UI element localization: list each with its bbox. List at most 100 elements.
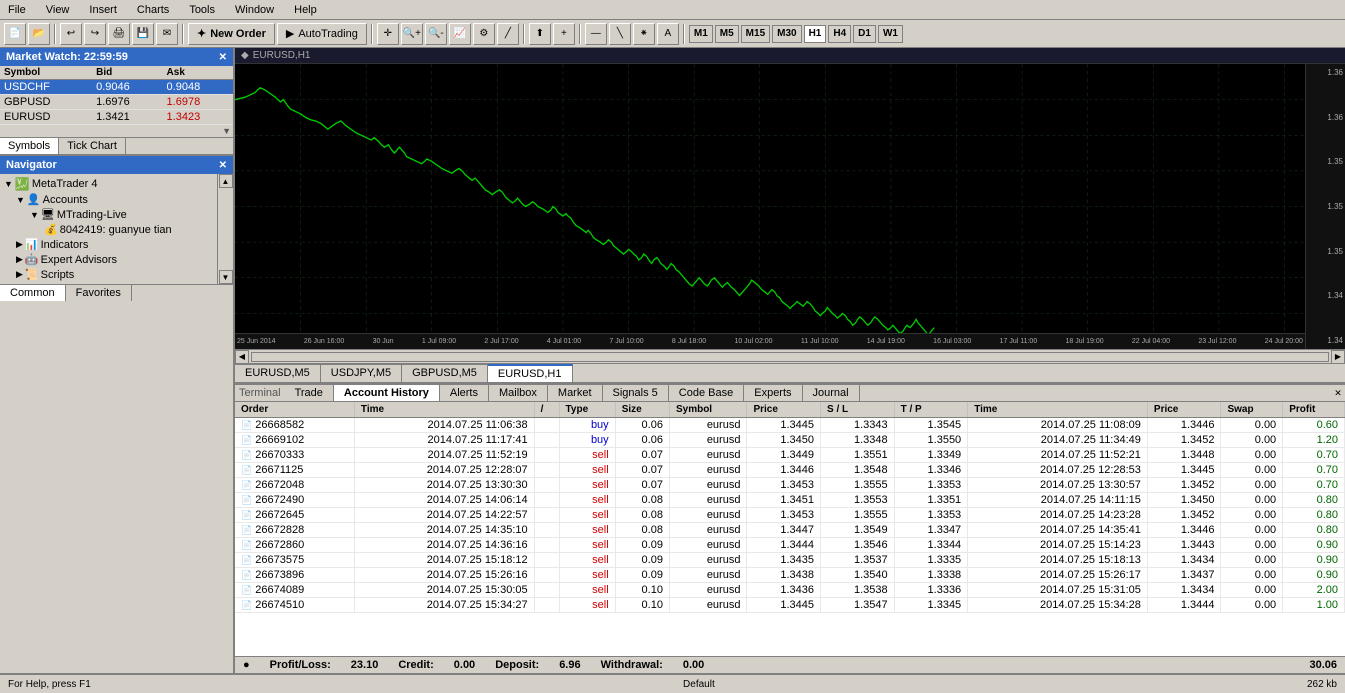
menu-view[interactable]: View (42, 2, 74, 18)
nav-tab-favorites[interactable]: Favorites (66, 285, 132, 301)
col-profit[interactable]: Profit (1283, 402, 1345, 418)
col-type[interactable]: Type (559, 402, 615, 418)
nav-account-id[interactable]: 💰 8042419: guanyue tian (2, 222, 215, 237)
nav-scroll-down[interactable]: ▼ (219, 270, 233, 284)
chart-tab-gbpusd-m5[interactable]: GBPUSD,M5 (402, 364, 488, 382)
col-symbol[interactable]: Symbol (669, 402, 746, 418)
bottom-tab-trade[interactable]: Trade (285, 385, 334, 401)
mw-col-ask[interactable]: Ask (163, 66, 233, 80)
table-row[interactable]: 📄 26673896 2014.07.25 15:26:16 sell 0.09… (235, 568, 1345, 583)
table-row[interactable]: 📄 26672048 2014.07.25 13:30:30 sell 0.07… (235, 478, 1345, 493)
table-row[interactable]: 📄 26673575 2014.07.25 15:18:12 sell 0.09… (235, 553, 1345, 568)
table-row[interactable]: 📄 26669102 2014.07.25 11:17:41 buy 0.06 … (235, 433, 1345, 448)
chart-canvas[interactable]: 1.36 1.36 1.35 1.35 1.35 1.34 1.34 25 Ju… (235, 64, 1345, 349)
nav-metatrader4[interactable]: ▼ 💹 MetaTrader 4 (2, 176, 215, 192)
nav-scripts[interactable]: ▶ 📜 Scripts (2, 267, 215, 282)
table-row[interactable]: 📄 26671125 2014.07.25 12:28:07 sell 0.07… (235, 463, 1345, 478)
draw3-btn[interactable]: ⁕ (633, 23, 655, 45)
chart-btn[interactable]: 📈 (449, 23, 471, 45)
open-btn[interactable]: 📂 (28, 23, 50, 45)
col-close-time[interactable]: Time (968, 402, 1148, 418)
bottom-tab-experts[interactable]: Experts (744, 385, 802, 401)
nav-expert-advisors[interactable]: ▶ 🤖 Expert Advisors (2, 252, 215, 267)
col-swap[interactable]: Swap (1221, 402, 1283, 418)
nav-scrollbar[interactable]: ▲ ▼ (217, 174, 233, 284)
tf-h4[interactable]: H4 (828, 25, 851, 43)
table-row[interactable]: 📄 26672645 2014.07.25 14:22:57 sell 0.08… (235, 508, 1345, 523)
chart-tab-usdjpy-m5[interactable]: USDJPY,M5 (321, 364, 402, 382)
crosshair-btn[interactable]: ✛ (377, 23, 399, 45)
col-time[interactable]: Time (354, 402, 534, 418)
menu-window[interactable]: Window (231, 2, 278, 18)
menu-file[interactable]: File (4, 2, 30, 18)
tf-m15[interactable]: M15 (741, 25, 770, 43)
menu-charts[interactable]: Charts (133, 2, 173, 18)
bottom-tab-account-history[interactable]: Account History (334, 385, 440, 401)
chart-tab-eurusd-h1[interactable]: EURUSD,H1 (488, 364, 573, 382)
tf-m30[interactable]: M30 (772, 25, 801, 43)
mw-col-symbol[interactable]: Symbol (0, 66, 92, 80)
col-order[interactable]: Order (235, 402, 354, 418)
draw2-btn[interactable]: ╲ (609, 23, 631, 45)
cursor-btn[interactable]: ⬆ (529, 23, 551, 45)
draw1-btn[interactable]: — (585, 23, 607, 45)
email-btn[interactable]: ✉ (156, 23, 178, 45)
bottom-tab-alerts[interactable]: Alerts (440, 385, 489, 401)
bottom-tab-codebase[interactable]: Code Base (669, 385, 744, 401)
market-watch-close[interactable]: ✕ (219, 52, 227, 63)
menu-help[interactable]: Help (290, 2, 321, 18)
nav-scroll-up[interactable]: ▲ (219, 174, 233, 188)
nav-account-live[interactable]: ▼ 🖥 MTrading-Live (2, 207, 215, 222)
navigator-close[interactable]: ✕ (219, 160, 227, 171)
undo-btn[interactable]: ↩ (60, 23, 82, 45)
col-size[interactable]: Size (615, 402, 669, 418)
table-row[interactable]: 📄 26674510 2014.07.25 15:34:27 sell 0.10… (235, 598, 1345, 613)
text-btn[interactable]: A (657, 23, 679, 45)
chart-tab-eurusd-m5[interactable]: EURUSD,M5 (235, 364, 321, 382)
zoom-out-btn[interactable]: 🔍- (425, 23, 447, 45)
mw-tab-symbols[interactable]: Symbols (0, 138, 59, 154)
plus-btn[interactable]: + (553, 23, 575, 45)
line-btn[interactable]: ╱ (497, 23, 519, 45)
new-order-button[interactable]: ✦ New Order (188, 23, 275, 45)
bottom-tab-journal[interactable]: Journal (803, 385, 860, 401)
props-btn[interactable]: ⚙ (473, 23, 495, 45)
tf-d1[interactable]: D1 (853, 25, 876, 43)
mw-col-bid[interactable]: Bid (92, 66, 162, 80)
mw-row[interactable]: USDCHF 0.9046 0.9048 (0, 80, 233, 95)
table-row[interactable]: 📄 26672828 2014.07.25 14:35:10 sell 0.08… (235, 523, 1345, 538)
bottom-panel-close[interactable]: ✕ (1331, 386, 1345, 400)
chart-scroll-left[interactable]: ◀ (235, 350, 249, 364)
tf-w1[interactable]: W1 (878, 25, 903, 43)
tf-h1[interactable]: H1 (804, 25, 827, 43)
table-row[interactable]: 📄 26672490 2014.07.25 14:06:14 sell 0.08… (235, 493, 1345, 508)
redo-btn[interactable]: ↪ (84, 23, 106, 45)
bottom-tab-signals[interactable]: Signals 5 (603, 385, 669, 401)
nav-tab-common[interactable]: Common (0, 285, 66, 301)
menu-insert[interactable]: Insert (85, 2, 121, 18)
bottom-tab-market[interactable]: Market (548, 385, 603, 401)
mw-row[interactable]: GBPUSD 1.6976 1.6978 (0, 95, 233, 110)
table-row[interactable]: 📄 26670333 2014.07.25 11:52:19 sell 0.07… (235, 448, 1345, 463)
menu-tools[interactable]: Tools (185, 2, 219, 18)
save-btn[interactable]: 💾 (132, 23, 154, 45)
table-row[interactable]: 📄 26672860 2014.07.25 14:36:16 sell 0.09… (235, 538, 1345, 553)
nav-indicators[interactable]: ▶ 📊 Indicators (2, 237, 215, 252)
col-sort[interactable]: / (534, 402, 559, 418)
zoom-in-btn[interactable]: 🔍+ (401, 23, 423, 45)
mw-tab-tickchart[interactable]: Tick Chart (59, 138, 126, 154)
chart-scroll-right[interactable]: ▶ (1331, 350, 1345, 364)
col-close-price[interactable]: Price (1147, 402, 1221, 418)
bottom-tab-mailbox[interactable]: Mailbox (489, 385, 548, 401)
chart-scrollbar-track[interactable] (251, 352, 1329, 362)
tf-m1[interactable]: M1 (689, 25, 713, 43)
autotrading-button[interactable]: ▶ AutoTrading (277, 23, 367, 45)
nav-accounts[interactable]: ▼ 👤 Accounts (2, 192, 215, 207)
mw-row[interactable]: EURUSD 1.3421 1.3423 (0, 110, 233, 125)
col-tp[interactable]: T / P (894, 402, 968, 418)
col-sl[interactable]: S / L (821, 402, 895, 418)
tf-m5[interactable]: M5 (715, 25, 739, 43)
table-row[interactable]: 📄 26674089 2014.07.25 15:30:05 sell 0.10… (235, 583, 1345, 598)
terminal-label[interactable]: Terminal (235, 385, 285, 401)
print-btn[interactable]: 🖨 (108, 23, 130, 45)
